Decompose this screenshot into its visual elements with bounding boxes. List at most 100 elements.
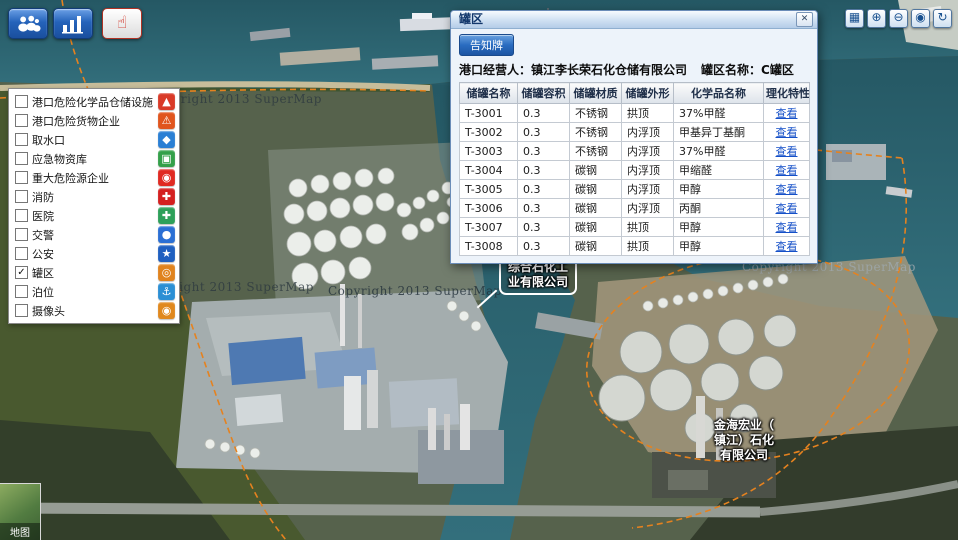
table-header-cell: 储罐容积 bbox=[518, 83, 570, 104]
zoom-out-button[interactable]: ⊖ bbox=[889, 9, 908, 28]
layer-row[interactable]: 泊位⚓ bbox=[9, 282, 179, 301]
layer-checkbox[interactable] bbox=[15, 171, 28, 184]
layer-label: 取水口 bbox=[32, 132, 154, 148]
layer-label: 交警 bbox=[32, 227, 154, 243]
table-cell: T-3002 bbox=[460, 123, 518, 142]
water-intake-icon: ◆ bbox=[158, 131, 175, 148]
hospital-icon: ✚ bbox=[158, 207, 175, 224]
dangerous-goods-icon: ⚠ bbox=[158, 112, 175, 129]
map-controls: ▦⊕⊖◉↻ bbox=[845, 9, 952, 28]
table-cell: 查看 bbox=[764, 142, 810, 161]
table-cell: 查看 bbox=[764, 199, 810, 218]
layer-checkbox[interactable] bbox=[15, 209, 28, 222]
refresh-button[interactable]: ↻ bbox=[933, 9, 952, 28]
table-cell: 不锈钢 bbox=[570, 142, 622, 161]
toolbar: ☝ bbox=[8, 8, 142, 39]
table-cell: 拱顶 bbox=[622, 237, 674, 256]
layer-row[interactable]: 应急物资库▣ bbox=[9, 149, 179, 168]
close-icon: ✕ bbox=[801, 15, 809, 24]
alarm-button[interactable]: ☝ bbox=[102, 8, 142, 39]
view-link[interactable]: 查看 bbox=[776, 164, 798, 177]
tank-area-dialog: 罐区 ✕ 告知牌 港口经营人：镇江李长荣石化仓储有限公司罐区名称：C罐区 储罐名… bbox=[450, 10, 818, 264]
dialog-body: 告知牌 港口经营人：镇江李长荣石化仓储有限公司罐区名称：C罐区 储罐名称储罐容积… bbox=[451, 29, 817, 263]
table-cell: 0.3 bbox=[518, 104, 570, 123]
layer-checkbox[interactable] bbox=[15, 285, 28, 298]
layer-list: 港口危险化学品仓储设施▲港口危险货物企业⚠取水口◆应急物资库▣重大危险源企业◉消… bbox=[9, 92, 179, 320]
view-link[interactable]: 查看 bbox=[776, 126, 798, 139]
layer-checkbox[interactable] bbox=[15, 247, 28, 260]
layer-label: 罐区 bbox=[32, 265, 154, 281]
chemical-storage-icon: ▲ bbox=[158, 93, 175, 110]
layer-row[interactable]: 重大危险源企业◉ bbox=[9, 168, 179, 187]
table-header-cell: 储罐外形 bbox=[622, 83, 674, 104]
notice-board-button[interactable]: 告知牌 bbox=[459, 34, 514, 56]
personnel-button[interactable] bbox=[8, 8, 48, 39]
table-row: T-30040.3碳钢内浮顶甲缩醛查看 bbox=[460, 161, 810, 180]
table-cell: 0.3 bbox=[518, 218, 570, 237]
view-link[interactable]: 查看 bbox=[776, 202, 798, 215]
statistics-button[interactable] bbox=[53, 8, 93, 39]
layer-checkbox[interactable]: ✓ bbox=[15, 266, 28, 279]
layer-checkbox[interactable] bbox=[15, 152, 28, 165]
table-header-cell: 化学品名称 bbox=[674, 83, 764, 104]
tank-area-icon: ◎ bbox=[158, 264, 175, 281]
layer-row[interactable]: 医院✚ bbox=[9, 206, 179, 225]
view-link[interactable]: 查看 bbox=[776, 107, 798, 120]
close-button[interactable]: ✕ bbox=[796, 12, 813, 27]
view-link[interactable]: 查看 bbox=[776, 240, 798, 253]
dialog-titlebar[interactable]: 罐区 ✕ bbox=[451, 11, 817, 29]
layer-checkbox[interactable] bbox=[15, 95, 28, 108]
layer-checkbox[interactable] bbox=[15, 190, 28, 203]
table-cell: 0.3 bbox=[518, 142, 570, 161]
table-cell: 拱顶 bbox=[622, 218, 674, 237]
layer-row[interactable]: 取水口◆ bbox=[9, 130, 179, 149]
layer-panel: 港口危险化学品仓储设施▲港口危险货物企业⚠取水口◆应急物资库▣重大危险源企业◉消… bbox=[8, 88, 180, 324]
table-cell: 内浮顶 bbox=[622, 142, 674, 161]
layer-checkbox[interactable] bbox=[15, 133, 28, 146]
bar-chart-icon bbox=[60, 14, 86, 34]
traffic-police-icon: ● bbox=[158, 226, 175, 243]
layer-label: 应急物资库 bbox=[32, 151, 154, 167]
table-cell: 0.3 bbox=[518, 161, 570, 180]
view-link[interactable]: 查看 bbox=[776, 183, 798, 196]
overview-map[interactable]: 地图 bbox=[0, 483, 41, 540]
layer-label: 港口危险化学品仓储设施 bbox=[32, 94, 154, 110]
table-cell: 0.3 bbox=[518, 237, 570, 256]
layer-checkbox[interactable] bbox=[15, 114, 28, 127]
table-cell: T-3007 bbox=[460, 218, 518, 237]
table-cell: T-3004 bbox=[460, 161, 518, 180]
table-cell: 不锈钢 bbox=[570, 104, 622, 123]
layer-row[interactable]: 交警● bbox=[9, 225, 179, 244]
table-cell: 查看 bbox=[764, 218, 810, 237]
hazard-source-icon: ◉ bbox=[158, 169, 175, 186]
layer-row[interactable]: 消防✚ bbox=[9, 187, 179, 206]
view-link[interactable]: 查看 bbox=[776, 145, 798, 158]
layer-row[interactable]: 港口危险货物企业⚠ bbox=[9, 111, 179, 130]
layer-row[interactable]: ✓ 罐区◎ bbox=[9, 263, 179, 282]
layer-row[interactable]: 港口危险化学品仓储设施▲ bbox=[9, 92, 179, 111]
layer-row[interactable]: 公安★ bbox=[9, 244, 179, 263]
tank-table: 储罐名称储罐容积储罐材质储罐外形化学品名称理化特性 T-30010.3不锈钢拱顶… bbox=[459, 82, 810, 256]
layer-checkbox[interactable] bbox=[15, 228, 28, 241]
zoom-in-button[interactable]: ⊕ bbox=[867, 9, 886, 28]
layer-checkbox[interactable] bbox=[15, 304, 28, 317]
table-row: T-30070.3碳钢拱顶甲醇查看 bbox=[460, 218, 810, 237]
table-cell: T-3003 bbox=[460, 142, 518, 161]
layer-row[interactable]: 摄像头◉ bbox=[9, 301, 179, 320]
table-header-row: 储罐名称储罐容积储罐材质储罐外形化学品名称理化特性 bbox=[460, 83, 810, 104]
table-header-cell: 理化特性 bbox=[764, 83, 810, 104]
table-cell: 内浮顶 bbox=[622, 161, 674, 180]
berth-icon: ⚓ bbox=[158, 283, 175, 300]
layer-label: 公安 bbox=[32, 246, 154, 262]
globe-button[interactable]: ◉ bbox=[911, 9, 930, 28]
table-cell: 查看 bbox=[764, 237, 810, 256]
view-link[interactable]: 查看 bbox=[776, 221, 798, 234]
split-view-button[interactable]: ▦ bbox=[845, 9, 864, 28]
table-cell: 碳钢 bbox=[570, 218, 622, 237]
layer-label: 港口危险货物企业 bbox=[32, 113, 154, 129]
emergency-supplies-icon: ▣ bbox=[158, 150, 175, 167]
table-cell: 碳钢 bbox=[570, 199, 622, 218]
table-cell: 查看 bbox=[764, 180, 810, 199]
table-header-cell: 储罐材质 bbox=[570, 83, 622, 104]
table-cell: 甲醇 bbox=[674, 218, 764, 237]
